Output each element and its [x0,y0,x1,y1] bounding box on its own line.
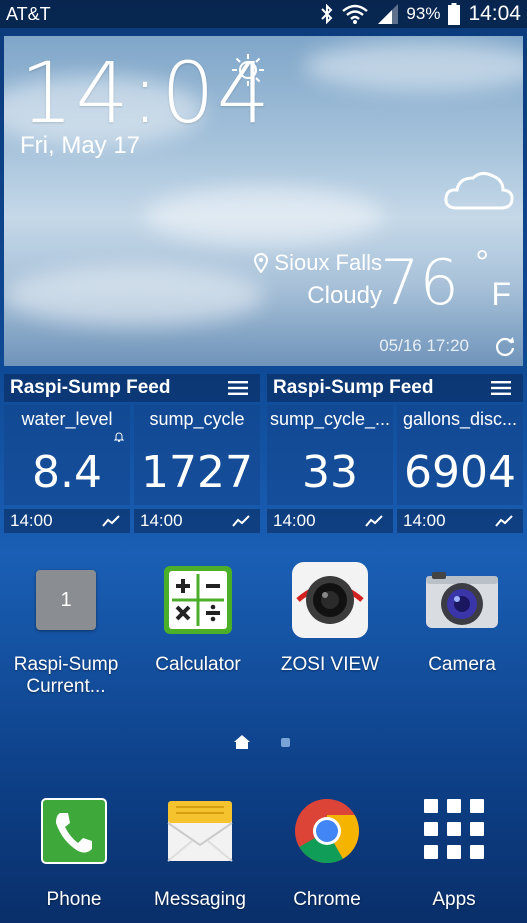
feed-tile-water-level[interactable]: water_level 8.4 [4,405,130,505]
dock-messaging[interactable]: Messaging [137,797,263,911]
tile-value: 1727 [141,447,253,498]
app-label: Camera [428,654,496,675]
app-label: Apps [432,889,476,910]
tile-name: water_level [21,409,113,429]
location-label: Sioux Falls [274,250,382,275]
menu-icon[interactable] [228,381,248,395]
refresh-icon[interactable] [493,334,517,358]
degree-symbol: ° [475,244,489,282]
tile-time: 14:00 [140,511,183,530]
feed-title: Raspi-Sump Feed [273,377,434,398]
raspi-sump-feed-widget-2[interactable]: Raspi-Sump Feed sump_cycle_... 33 gallon… [267,374,523,534]
camera-icon [422,562,502,642]
tile-value: 8.4 [32,447,102,498]
app-raspi-sump[interactable]: 1 Raspi-Sump Current... [3,562,129,698]
trend-chart-icon[interactable] [365,515,383,527]
raspi-sump-icon: 1 [26,562,106,642]
battery-percent: 93% [406,4,441,23]
feed-tile-sump-cycle[interactable]: sump_cycle 1727 [134,405,260,505]
signal-icon [378,4,399,24]
dock-apps[interactable]: Apps [391,797,517,911]
weather-location: Sioux Falls [254,250,382,276]
app-label: Chrome [293,889,361,910]
battery-icon [448,3,461,25]
app-label: Calculator [155,654,241,675]
trend-chart-icon[interactable] [232,515,250,527]
feed-header: Raspi-Sump Feed [267,374,523,402]
widget-date: Fri, May 17 [20,132,141,159]
location-pin-icon [254,253,269,273]
status-icons: 93% 14:04 [320,0,521,28]
status-bar: AT&T 93% 14:04 [0,0,527,28]
tile-value: 6904 [404,447,516,498]
app-camera[interactable]: Camera [399,562,525,676]
calculator-icon [158,562,238,642]
weather-condition: Cloudy [307,282,382,309]
wifi-icon [342,4,369,24]
feed-tile-gallons[interactable]: gallons_disc... 6904 [397,405,523,505]
status-clock: 14:04 [468,2,521,25]
cloudy-weather-icon [444,171,514,210]
bell-icon [114,432,124,442]
app-label: ZOSI VIEW [280,654,380,675]
tile-footer[interactable]: 14:00 [134,509,260,533]
tile-name: sump_cycle [149,409,245,429]
trend-chart-icon[interactable] [102,515,120,527]
tile-footer[interactable]: 14:00 [397,509,523,533]
page-dot[interactable] [281,738,290,747]
tile-footer[interactable]: 14:00 [267,509,393,533]
tile-name: gallons_disc... [402,409,518,429]
feed-tile-sump-cycle-2[interactable]: sump_cycle_... 33 [267,405,393,505]
trend-chart-icon[interactable] [495,515,513,527]
carrier-label: AT&T [6,4,51,24]
tile-footer[interactable]: 14:00 [4,509,130,533]
widget-badge: 1 [36,570,96,630]
app-label: Messaging [154,889,246,910]
bluetooth-icon [321,4,333,24]
dock-chrome[interactable]: Chrome [264,797,390,911]
tile-time: 14:00 [403,511,446,530]
page-indicator[interactable] [0,735,527,751]
chrome-icon [287,797,367,877]
app-zosi-view[interactable]: ZOSI VIEW [267,562,393,676]
sun-icon [232,54,264,86]
zosi-camera-icon [290,562,370,642]
feed-header: Raspi-Sump Feed [4,374,260,402]
tile-name: sump_cycle_... [269,409,391,429]
app-label: Phone [46,889,102,910]
messaging-icon [160,797,240,877]
tile-time: 14:00 [273,511,316,530]
tile-value: 33 [302,447,358,498]
menu-icon[interactable] [491,381,511,395]
apps-grid-icon [414,797,494,877]
app-label: Raspi-Sump Current... [13,654,119,697]
feed-title: Raspi-Sump Feed [10,377,171,398]
home-page-icon[interactable] [234,735,250,749]
temperature-unit: F [491,276,511,312]
temperature-value: 76 [380,246,459,319]
weather-updated-time: 05/16 17:20 [379,336,469,355]
phone-icon [34,797,114,877]
raspi-sump-feed-widget-1[interactable]: Raspi-Sump Feed water_level 8.4 sump_cyc… [4,374,260,534]
app-calculator[interactable]: Calculator [135,562,261,676]
tile-time: 14:00 [10,511,53,530]
dock-phone[interactable]: Phone [11,797,137,911]
weather-clock-widget[interactable]: 14:04 Fri, May 17 Sioux Falls Cloudy 76 … [4,36,523,366]
